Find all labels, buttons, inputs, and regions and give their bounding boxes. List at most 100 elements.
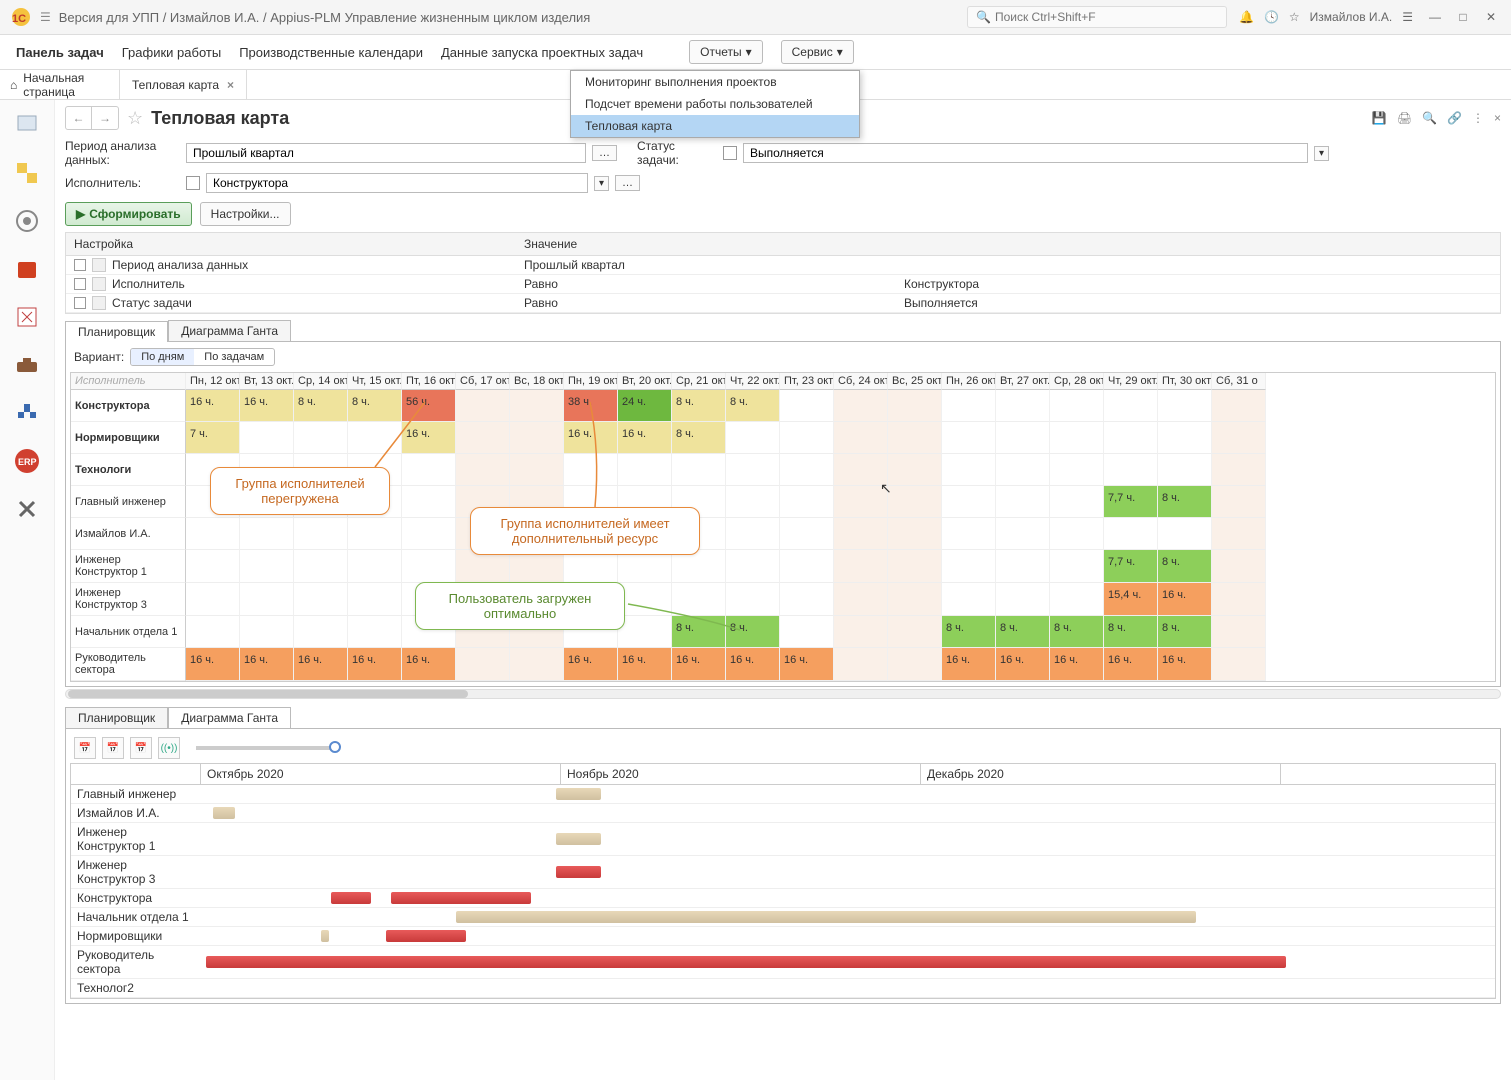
heatmap-cell[interactable] xyxy=(240,550,294,583)
heatmap-cell[interactable] xyxy=(780,550,834,583)
heatmap-cell[interactable] xyxy=(942,422,996,454)
preview-icon[interactable]: 🔍 xyxy=(1422,111,1437,125)
setting-checkbox[interactable] xyxy=(74,297,86,309)
heatmap-cell[interactable] xyxy=(1158,422,1212,454)
heatmap-cell[interactable] xyxy=(1212,648,1266,681)
heatmap-cell[interactable] xyxy=(402,550,456,583)
global-search[interactable]: 🔍 xyxy=(967,6,1227,28)
save-icon[interactable]: 💾 xyxy=(1372,111,1387,125)
heatmap-cell[interactable] xyxy=(1212,422,1266,454)
heatmap-cell[interactable]: 16 ч. xyxy=(294,648,348,681)
heatmap-cell[interactable] xyxy=(1050,583,1104,616)
heatmap-cell[interactable] xyxy=(240,422,294,454)
tab-planner[interactable]: Планировщик xyxy=(65,321,168,342)
heatmap-cell[interactable] xyxy=(834,648,888,681)
heatmap-cell[interactable] xyxy=(996,550,1050,583)
heatmap-cell[interactable] xyxy=(780,486,834,518)
heatmap-cell[interactable] xyxy=(726,486,780,518)
heatmap-cell[interactable] xyxy=(888,422,942,454)
heatmap-cell[interactable]: 8 ч. xyxy=(1158,486,1212,518)
star-icon[interactable]: ☆ xyxy=(1289,10,1300,24)
heatmap-cell[interactable]: 7 ч. xyxy=(186,422,240,454)
heatmap-cell[interactable] xyxy=(834,422,888,454)
menu-item-time-count[interactable]: Подсчет времени работы пользователей xyxy=(571,93,859,115)
heatmap-cell[interactable]: 8 ч. xyxy=(294,390,348,422)
menu-project-data[interactable]: Данные запуска проектных задач xyxy=(441,45,643,60)
gantt-zoom-month[interactable]: 📅 xyxy=(130,737,152,759)
heatmap-cell[interactable]: 16 ч. xyxy=(942,648,996,681)
heatmap-cell[interactable]: 16 ч. xyxy=(780,648,834,681)
heatmap-cell[interactable] xyxy=(888,390,942,422)
sidebar-section-3[interactable] xyxy=(12,206,42,236)
heatmap-cell[interactable] xyxy=(888,550,942,583)
heatmap-cell[interactable] xyxy=(942,583,996,616)
heatmap-cell[interactable]: 16 ч. xyxy=(348,648,402,681)
maximize-button[interactable]: □ xyxy=(1451,5,1475,29)
heatmap-cell[interactable] xyxy=(834,550,888,583)
heatmap-cell[interactable]: 8 ч. xyxy=(672,422,726,454)
heatmap-cell[interactable]: 8 ч. xyxy=(672,390,726,422)
heatmap-cell[interactable] xyxy=(348,616,402,648)
heatmap-cell[interactable]: 16 ч. xyxy=(618,648,672,681)
gantt-bar[interactable] xyxy=(556,833,601,845)
heatmap-cell[interactable] xyxy=(294,616,348,648)
sidebar-section-2[interactable] xyxy=(12,158,42,188)
service-dropdown[interactable]: Сервис▾ xyxy=(781,40,854,64)
heatmap-cell[interactable]: 16 ч. xyxy=(186,390,240,422)
by-days-toggle[interactable]: По дням xyxy=(131,349,194,365)
tab-gantt-bottom[interactable]: Диаграмма Ганта xyxy=(168,707,291,728)
heatmap-cell[interactable] xyxy=(726,422,780,454)
heatmap-cell[interactable] xyxy=(834,518,888,550)
sidebar-section-5[interactable] xyxy=(12,302,42,332)
heatmap-cell[interactable]: 8 ч. xyxy=(1104,616,1158,648)
heatmap-cell[interactable] xyxy=(1050,454,1104,486)
sidebar-section-7[interactable] xyxy=(12,398,42,428)
heatmap-cell[interactable]: 16 ч. xyxy=(402,648,456,681)
gantt-zoom-day[interactable]: 📅 xyxy=(74,737,96,759)
more-icon[interactable]: ⋮ xyxy=(1472,111,1484,125)
heatmap-cell[interactable]: 16 ч. xyxy=(564,422,618,454)
heatmap-cell[interactable] xyxy=(780,583,834,616)
heatmap-cell[interactable] xyxy=(510,390,564,422)
heatmap-cell[interactable]: 16 ч. xyxy=(402,422,456,454)
performer-input[interactable] xyxy=(206,173,588,193)
heatmap-cell[interactable] xyxy=(888,518,942,550)
setting-checkbox[interactable] xyxy=(74,278,86,290)
gantt-bar[interactable] xyxy=(391,892,531,904)
heatmap-cell[interactable] xyxy=(1104,390,1158,422)
heatmap-cell[interactable] xyxy=(1050,486,1104,518)
heatmap-cell[interactable] xyxy=(888,583,942,616)
heatmap-cell[interactable] xyxy=(672,454,726,486)
gantt-bar[interactable] xyxy=(556,788,601,800)
heatmap-cell[interactable]: 16 ч. xyxy=(1158,648,1212,681)
heatmap-cell[interactable] xyxy=(186,518,240,550)
heatmap-cell[interactable] xyxy=(996,486,1050,518)
heatmap-cell[interactable] xyxy=(1212,486,1266,518)
menu-item-monitoring[interactable]: Мониторинг выполнения проектов xyxy=(571,71,859,93)
settings-button[interactable]: Настройки... xyxy=(200,202,291,226)
gantt-bar[interactable] xyxy=(206,956,1286,968)
heatmap-cell[interactable] xyxy=(618,583,672,616)
gantt-zoom-week[interactable]: 📅 xyxy=(102,737,124,759)
heatmap-cell[interactable] xyxy=(618,616,672,648)
heatmap-cell[interactable] xyxy=(402,486,456,518)
menu-panel-tasks[interactable]: Панель задач xyxy=(16,45,104,60)
heatmap-cell[interactable] xyxy=(834,583,888,616)
heatmap-cell[interactable] xyxy=(402,454,456,486)
heatmap-cell[interactable] xyxy=(402,518,456,550)
heatmap-cell[interactable] xyxy=(780,616,834,648)
heatmap-cell[interactable] xyxy=(240,616,294,648)
heatmap-cell[interactable] xyxy=(186,616,240,648)
tab-gantt[interactable]: Диаграмма Ганта xyxy=(168,320,291,341)
heatmap-cell[interactable] xyxy=(1212,390,1266,422)
reports-dropdown[interactable]: Отчеты▾ xyxy=(689,40,763,64)
heatmap-cell[interactable] xyxy=(294,422,348,454)
status-dropdown[interactable]: ▾ xyxy=(1314,146,1329,161)
close-tab-icon[interactable]: × xyxy=(227,78,234,92)
heatmap-cell[interactable]: 16 ч. xyxy=(1104,648,1158,681)
heatmap-cell[interactable]: 8 ч. xyxy=(1158,550,1212,583)
gantt-bar[interactable] xyxy=(331,892,371,904)
heatmap-cell[interactable]: 16 ч. xyxy=(186,648,240,681)
bell-icon[interactable]: 🔔 xyxy=(1239,10,1254,24)
sidebar-section-tools[interactable] xyxy=(12,494,42,524)
